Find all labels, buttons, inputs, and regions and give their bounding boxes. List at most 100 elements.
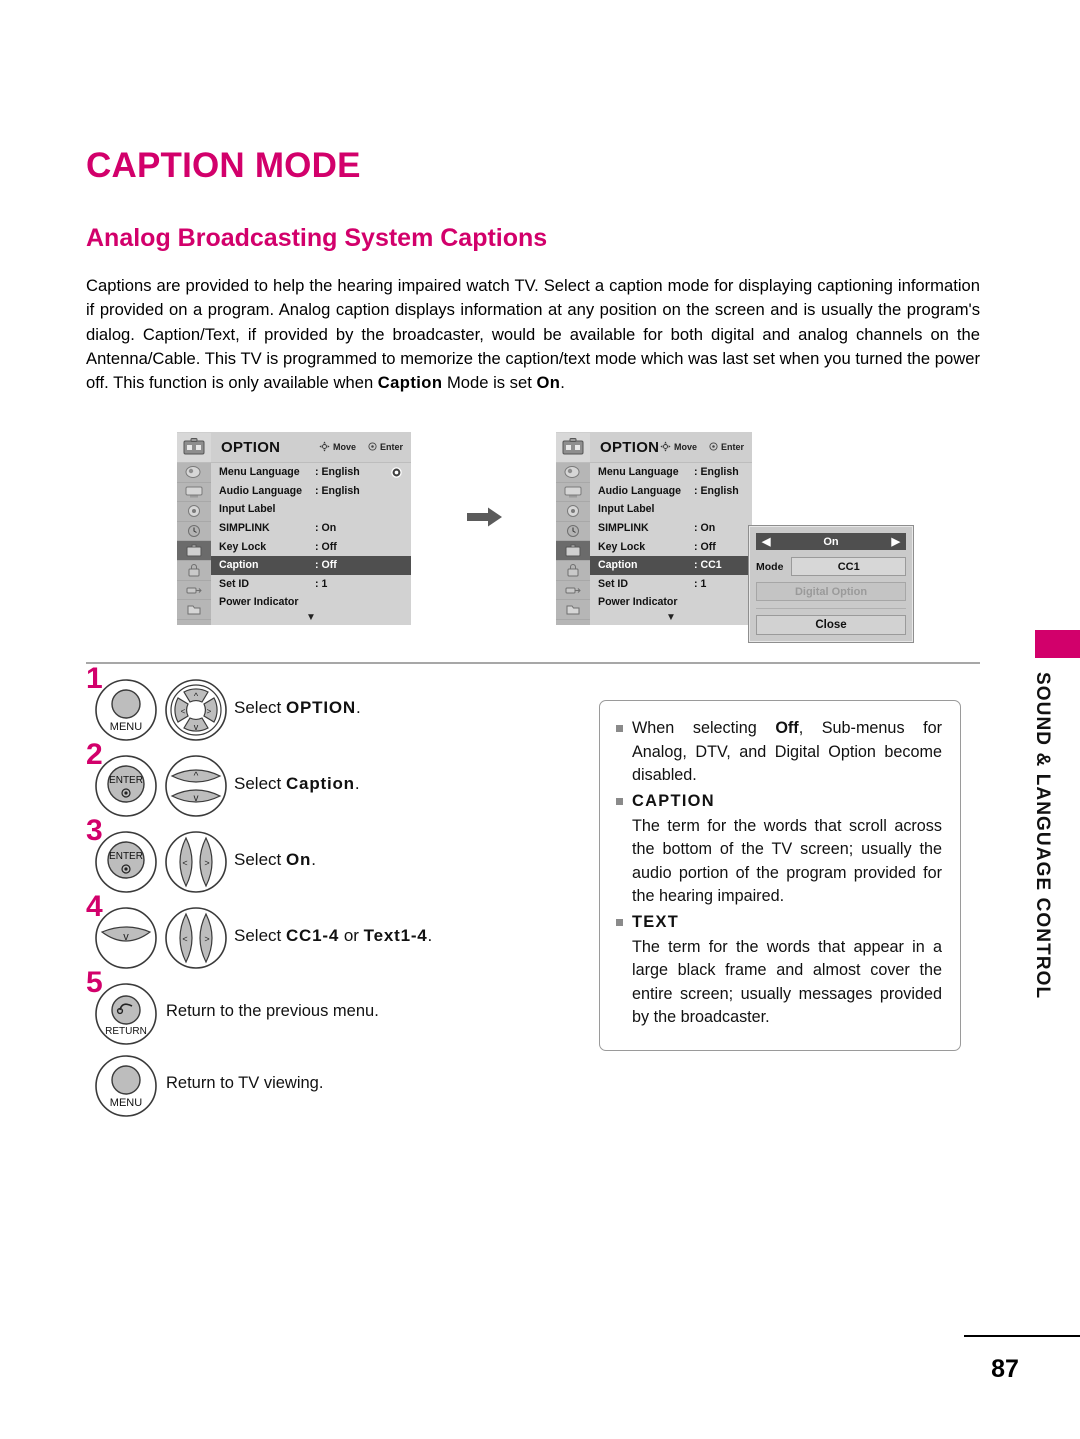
note-box: When selecting Off, Sub-menus for Analog… [599, 700, 961, 1051]
rail-screen-icon[interactable] [556, 483, 590, 503]
osd-row-value: : 1 [694, 577, 707, 590]
osd-hints-after: Move Enter [660, 440, 744, 454]
rail-audio-icon[interactable] [177, 502, 211, 522]
svg-text:<: < [181, 707, 186, 716]
caption-mode-row: Mode CC1 [756, 557, 906, 576]
step-5-text: Return to the previous menu. [166, 1002, 379, 1020]
osd-body: Menu Language: English Audio Language: En… [177, 463, 411, 625]
svg-text:v: v [194, 793, 199, 804]
rail-option-icon[interactable] [556, 541, 590, 561]
rail-audio-icon[interactable] [556, 502, 590, 522]
caption-mode-value[interactable]: CC1 [791, 557, 906, 576]
section-divider [86, 662, 980, 664]
osd-row-label: Set ID [219, 577, 250, 590]
svg-text:v: v [194, 722, 199, 732]
step-3-text: Select On. [234, 850, 316, 870]
osd-row[interactable]: Power Indicator [590, 593, 752, 612]
popup-divider [756, 608, 906, 609]
osd-row[interactable]: Audio Language: English [590, 482, 752, 501]
osd-row[interactable]: Audio Language: English [211, 482, 411, 501]
note-off-pre: When selecting [632, 719, 776, 737]
osd-move-label-after: Move [673, 442, 697, 452]
osd-row-label: Power Indicator [219, 596, 299, 609]
dpad-icon [319, 440, 330, 454]
osd-body-after: Menu Language: English Audio Language: En… [556, 463, 752, 625]
next-arrow-icon[interactable]: ▶ [892, 535, 900, 548]
note-text-heading: TEXT [632, 912, 680, 931]
osd-row[interactable]: SIMPLINK: On [590, 519, 752, 538]
rail-screen-icon[interactable] [177, 483, 211, 503]
osd-row[interactable]: Input Label [211, 500, 411, 519]
step-2-bold: Caption [285, 774, 355, 793]
intro-mid: Mode is set [442, 373, 537, 393]
rail-lock-icon[interactable] [556, 561, 590, 581]
osd-row-label: Audio Language [219, 484, 302, 497]
rail-input-icon[interactable] [556, 581, 590, 601]
osd-row[interactable]: Caption: CC1 [590, 555, 752, 575]
rail-usb-icon[interactable] [556, 600, 590, 620]
sidebar-accent-tab [1035, 630, 1080, 658]
osd-row[interactable]: Key Lock: Off [590, 537, 752, 556]
menu-button-1[interactable]: MENU [94, 678, 158, 747]
svg-text:>: > [204, 858, 209, 868]
enter-button-3[interactable]: ENTER [94, 830, 158, 899]
caption-state-value: On [823, 535, 839, 548]
intro-end: . [560, 373, 565, 393]
close-button[interactable]: Close [756, 615, 906, 635]
caption-state-selector[interactable]: ◀ On ▶ [756, 533, 906, 550]
osd-scroll-caret-icon[interactable]: ▼ [211, 612, 411, 625]
svg-text:>: > [207, 707, 212, 716]
rail-input-icon[interactable] [177, 581, 211, 601]
osd-row-label: SIMPLINK [598, 522, 649, 535]
rail-time-icon[interactable] [556, 522, 590, 542]
rail-lock-icon[interactable] [177, 561, 211, 581]
osd-row-label: Input Label [219, 503, 276, 516]
return-button[interactable]: RETURN [94, 982, 158, 1051]
bullet-square-icon [616, 918, 623, 926]
note-off-text: When selecting Off, Sub-menus for Analog… [632, 717, 942, 788]
osd-row[interactable]: Set ID: 1 [590, 575, 752, 594]
svg-text:ENTER: ENTER [109, 775, 143, 786]
enter-button-2[interactable]: ENTER [94, 754, 158, 823]
osd-row[interactable]: Menu Language: English [211, 463, 411, 482]
nav-leftright-button-4[interactable]: < > [164, 906, 228, 975]
rail-usb-icon[interactable] [177, 600, 211, 620]
step-4-pre: Select [234, 926, 286, 945]
osd-scroll-caret-icon[interactable]: ▼ [590, 612, 752, 625]
osd-header: OPTION Move Enter [177, 432, 411, 463]
osd-row[interactable]: Menu Language: English [590, 463, 752, 482]
osd-category-rail [177, 463, 211, 625]
osd-row-value: : Off [315, 559, 337, 572]
rail-picture-icon[interactable] [556, 463, 590, 483]
osd-row[interactable]: Power Indicator [211, 593, 411, 612]
osd-enter-hint-after: Enter [709, 441, 744, 453]
osd-hints: Move Enter [319, 440, 403, 454]
osd-row[interactable]: Set ID: 1 [211, 575, 411, 594]
rail-option-icon[interactable] [177, 541, 211, 561]
step-1-post: . [355, 698, 361, 717]
intro-bold-on: On [536, 373, 561, 393]
caption-mode-label: Mode [756, 560, 784, 573]
osd-row[interactable]: Input Label [590, 500, 752, 519]
svg-text:v: v [123, 931, 129, 943]
page-title: CAPTION MODE [86, 146, 361, 185]
osd-row-value: : English [315, 466, 360, 479]
osd-row[interactable]: Caption: Off [211, 467, 411, 575]
nav-down-button-4[interactable]: v [94, 906, 158, 975]
osd-row-label: Audio Language [598, 484, 681, 497]
rail-time-icon[interactable] [177, 522, 211, 542]
nav-4way-button-1[interactable]: ^ v < > [164, 678, 228, 747]
step-5: 5 RETURN Return to the previous menu. [86, 968, 566, 1051]
nav-updown-button-2[interactable]: ^ v [164, 754, 228, 823]
rail-picture-icon[interactable] [177, 463, 211, 483]
osd-row[interactable]: Key Lock: Off [211, 537, 411, 556]
bullet-square-icon [616, 797, 623, 805]
prev-arrow-icon[interactable]: ◀ [762, 535, 770, 548]
menu-button-return[interactable]: MENU [94, 1054, 158, 1123]
footer-rule [964, 1335, 1080, 1337]
osd-move-hint: Move [319, 440, 356, 454]
osd-row[interactable]: SIMPLINK: On [211, 519, 411, 538]
osd-row-label: Power Indicator [598, 596, 678, 609]
nav-leftright-button-3[interactable]: < > [164, 830, 228, 899]
svg-text:<: < [182, 858, 187, 868]
